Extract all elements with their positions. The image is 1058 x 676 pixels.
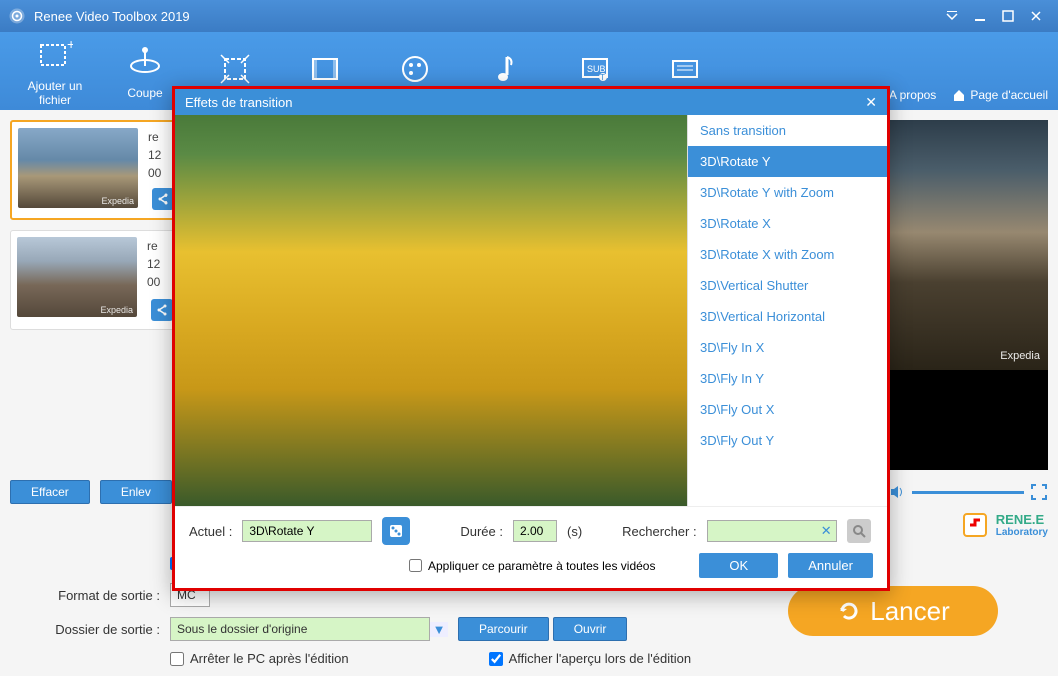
- crop-icon: [217, 51, 253, 87]
- volume-slider[interactable]: [912, 491, 1024, 494]
- brand-icon: [960, 510, 990, 540]
- add-file-label: Ajouter un fichier: [28, 79, 83, 107]
- share-button[interactable]: [152, 188, 174, 210]
- list-icon: [667, 51, 703, 87]
- apply-all-checkbox[interactable]: Appliquer ce paramètre à toutes les vidé…: [409, 559, 655, 573]
- titlebar: Renee Video Toolbox 2019: [0, 0, 1058, 32]
- browse-button[interactable]: Parcourir: [458, 617, 549, 641]
- volume-icon[interactable]: [888, 483, 906, 501]
- add-file-icon: +: [37, 37, 73, 73]
- transition-list[interactable]: Sans transition3D\Rotate Y3D\Rotate Y wi…: [687, 115, 887, 506]
- share-button[interactable]: [151, 299, 173, 321]
- svg-text:T: T: [600, 73, 605, 82]
- fullscreen-icon[interactable]: [1030, 483, 1048, 501]
- remove-button[interactable]: Enlev: [100, 480, 172, 504]
- subtitle-icon: SUBT: [577, 51, 613, 87]
- duration-unit: (s): [567, 524, 582, 539]
- duration-label: Durée :: [460, 524, 503, 539]
- stop-pc-checkbox[interactable]: Arrêter le PC après l'édition: [170, 651, 349, 666]
- dialog-close-button[interactable]: ✕: [865, 94, 877, 111]
- search-button[interactable]: [847, 519, 871, 543]
- minimize-button[interactable]: [966, 6, 994, 26]
- app-title: Renee Video Toolbox 2019: [34, 9, 938, 24]
- folder-combo[interactable]: Sous le dossier d'origine: [170, 617, 430, 641]
- transition-item[interactable]: 3D\Fly Out Y: [688, 425, 887, 456]
- transition-item[interactable]: 3D\Rotate Y: [688, 146, 887, 177]
- transition-preview: [175, 115, 687, 506]
- show-preview-checkbox[interactable]: Afficher l'aperçu lors de l'édition: [489, 651, 692, 666]
- transition-item[interactable]: 3D\Fly In Y: [688, 363, 887, 394]
- preview-panel: Expedia: [888, 120, 1048, 470]
- brand-logo: RENE.E Laboratory: [960, 510, 1048, 540]
- file-thumbnail: Expedia: [17, 237, 137, 317]
- preview-image: Expedia: [888, 120, 1048, 370]
- transition-item[interactable]: 3D\Vertical Horizontal: [688, 301, 887, 332]
- folder-label: Dossier de sortie :: [10, 622, 160, 637]
- current-value-input[interactable]: [242, 520, 372, 542]
- maximize-button[interactable]: [994, 6, 1022, 26]
- cut-label: Coupe: [127, 86, 162, 100]
- transition-item[interactable]: 3D\Vertical Shutter: [688, 270, 887, 301]
- dialog-titlebar: Effets de transition ✕: [175, 89, 887, 115]
- randomize-button[interactable]: [382, 517, 410, 545]
- ok-button[interactable]: OK: [699, 553, 778, 578]
- add-file-button[interactable]: + Ajouter un fichier: [10, 35, 100, 107]
- film-icon: [307, 51, 343, 87]
- dropdown-menu-button[interactable]: [938, 6, 966, 26]
- folder-combo-arrow[interactable]: ▼: [430, 622, 448, 637]
- app-logo-icon: [8, 7, 26, 25]
- transition-item[interactable]: 3D\Rotate X with Zoom: [688, 239, 887, 270]
- transition-item[interactable]: Sans transition: [688, 115, 887, 146]
- transition-item[interactable]: 3D\Fly Out X: [688, 394, 887, 425]
- dice-icon: [388, 523, 404, 539]
- file-thumbnail: Expedia: [18, 128, 138, 208]
- search-input[interactable]: ✕: [707, 520, 837, 542]
- open-button[interactable]: Ouvrir: [553, 617, 628, 641]
- svg-text:+: +: [67, 37, 73, 52]
- current-label: Actuel :: [189, 524, 232, 539]
- share-icon: [157, 193, 169, 205]
- transition-item[interactable]: 3D\Rotate Y with Zoom: [688, 177, 887, 208]
- search-icon: [852, 524, 866, 538]
- close-button[interactable]: [1022, 6, 1050, 26]
- transition-item[interactable]: 3D\Fly In X: [688, 332, 887, 363]
- cancel-button[interactable]: Annuler: [788, 553, 873, 578]
- home-icon: [952, 88, 966, 102]
- clear-search-icon[interactable]: ✕: [821, 523, 832, 539]
- clear-button[interactable]: Effacer: [10, 480, 90, 504]
- refresh-icon: [836, 598, 862, 624]
- share-icon: [156, 304, 168, 316]
- transition-effects-dialog: Effets de transition ✕ Sans transition3D…: [172, 86, 890, 591]
- duration-input[interactable]: [513, 520, 557, 542]
- format-label: Format de sortie :: [10, 588, 160, 603]
- launch-button[interactable]: Lancer: [788, 586, 998, 636]
- home-link[interactable]: Page d'accueil: [952, 88, 1048, 102]
- cut-icon: [127, 44, 163, 80]
- playback-bar: [888, 480, 1048, 504]
- dialog-title: Effets de transition: [185, 95, 292, 110]
- search-label: Rechercher :: [622, 524, 696, 539]
- transition-item[interactable]: 3D\Rotate X: [688, 208, 887, 239]
- palette-icon: [397, 51, 433, 87]
- music-icon: [487, 51, 523, 87]
